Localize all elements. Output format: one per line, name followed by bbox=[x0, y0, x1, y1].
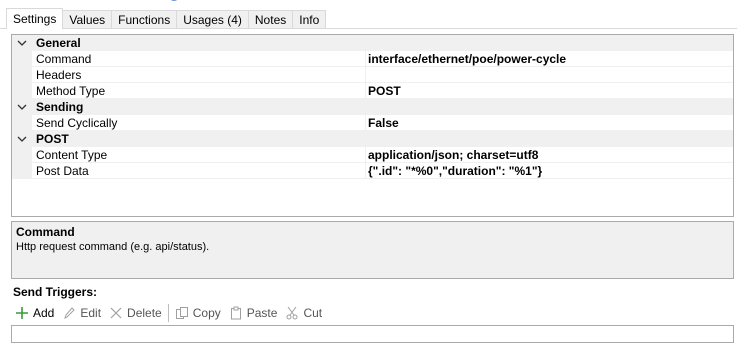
category-post[interactable]: POST bbox=[12, 131, 733, 147]
tab-values[interactable]: Values bbox=[62, 10, 113, 29]
property-value[interactable]: POST bbox=[368, 84, 401, 98]
chevron-down-icon[interactable] bbox=[16, 101, 28, 113]
row-gutter bbox=[12, 147, 32, 163]
property-name: Headers bbox=[36, 68, 82, 82]
top-toolbar-strip bbox=[0, 0, 737, 8]
property-grid: General Command interface/ethernet/poe/p… bbox=[11, 34, 734, 217]
scissors-icon bbox=[286, 306, 298, 320]
property-name: Send Cyclically bbox=[36, 116, 118, 130]
tab-settings[interactable]: Settings bbox=[6, 8, 64, 29]
property-value[interactable]: interface/ethernet/poe/power-cycle bbox=[368, 52, 566, 66]
row-gutter bbox=[12, 67, 32, 83]
property-name: Method Type bbox=[36, 84, 106, 98]
paste-button[interactable]: Paste bbox=[225, 303, 282, 323]
property-row-method-type[interactable]: Method Type POST bbox=[12, 83, 733, 99]
help-title: Command bbox=[16, 225, 75, 239]
category-label: Sending bbox=[36, 100, 84, 114]
chevron-down-icon[interactable] bbox=[16, 133, 28, 145]
add-button-label: Add bbox=[33, 306, 55, 320]
delete-button[interactable]: Delete bbox=[105, 303, 166, 323]
edit-button[interactable]: Edit bbox=[58, 303, 105, 323]
delete-button-label: Delete bbox=[127, 306, 162, 320]
tab-divider bbox=[0, 28, 737, 29]
help-description: Http request command (e.g. api/status). bbox=[16, 241, 210, 253]
property-value[interactable]: {".id": "*%0","duration": "%1"} bbox=[368, 164, 542, 178]
row-gutter bbox=[12, 115, 32, 131]
toolbar-icon[interactable] bbox=[58, 0, 74, 4]
property-name: Content Type bbox=[36, 148, 108, 162]
tab-notes[interactable]: Notes bbox=[247, 10, 294, 29]
copy-button-label: Copy bbox=[192, 306, 221, 320]
clipboard-icon bbox=[230, 306, 241, 320]
property-row-send-cyclically[interactable]: Send Cyclically False bbox=[12, 115, 733, 131]
plus-icon bbox=[16, 307, 28, 319]
category-label: POST bbox=[36, 132, 69, 146]
property-value[interactable]: False bbox=[368, 116, 399, 130]
property-help-panel: Command Http request command (e.g. api/s… bbox=[11, 221, 734, 279]
row-gutter bbox=[12, 51, 32, 67]
row-gutter bbox=[12, 163, 32, 179]
category-sending[interactable]: Sending bbox=[12, 99, 733, 115]
chevron-down-icon[interactable] bbox=[16, 37, 28, 49]
close-icon bbox=[110, 307, 122, 319]
property-row-command[interactable]: Command interface/ethernet/poe/power-cyc… bbox=[12, 51, 733, 67]
toolbar-icon[interactable] bbox=[26, 0, 48, 4]
property-name: Command bbox=[36, 52, 92, 66]
add-button[interactable]: Add bbox=[11, 303, 58, 323]
tab-functions[interactable]: Functions bbox=[111, 10, 178, 29]
copy-button[interactable]: Copy bbox=[171, 303, 225, 323]
toolbar-separator bbox=[167, 304, 169, 322]
triggers-list[interactable] bbox=[11, 325, 734, 343]
tab-usages[interactable]: Usages (4) bbox=[176, 10, 249, 29]
edit-button-label: Edit bbox=[80, 306, 102, 320]
cut-button-label: Cut bbox=[303, 306, 323, 320]
tab-strip: Settings Values Functions Usages (4) Not… bbox=[6, 8, 327, 29]
triggers-toolbar: Add Edit Delete Copy Paste Cut bbox=[11, 303, 326, 323]
paste-button-label: Paste bbox=[246, 306, 278, 320]
property-value[interactable]: application/json; charset=utf8 bbox=[368, 148, 538, 162]
property-name: Post Data bbox=[36, 164, 89, 178]
property-row-post-data[interactable]: Post Data {".id": "*%0","duration": "%1"… bbox=[12, 163, 733, 179]
tab-info[interactable]: Info bbox=[292, 10, 327, 29]
send-triggers-label: Send Triggers: bbox=[13, 285, 98, 299]
row-gutter bbox=[12, 83, 32, 99]
copy-icon bbox=[175, 307, 188, 319]
category-label: General bbox=[36, 36, 81, 50]
toolbar-icon[interactable] bbox=[98, 0, 128, 4]
cut-button[interactable]: Cut bbox=[281, 303, 326, 323]
category-general[interactable]: General bbox=[12, 35, 733, 51]
pencil-icon bbox=[64, 307, 76, 319]
property-row-content-type[interactable]: Content Type application/json; charset=u… bbox=[12, 147, 733, 163]
property-row-headers[interactable]: Headers bbox=[12, 67, 733, 83]
toolbar-icon[interactable] bbox=[8, 0, 20, 4]
toolbar-icon[interactable] bbox=[166, 0, 182, 4]
